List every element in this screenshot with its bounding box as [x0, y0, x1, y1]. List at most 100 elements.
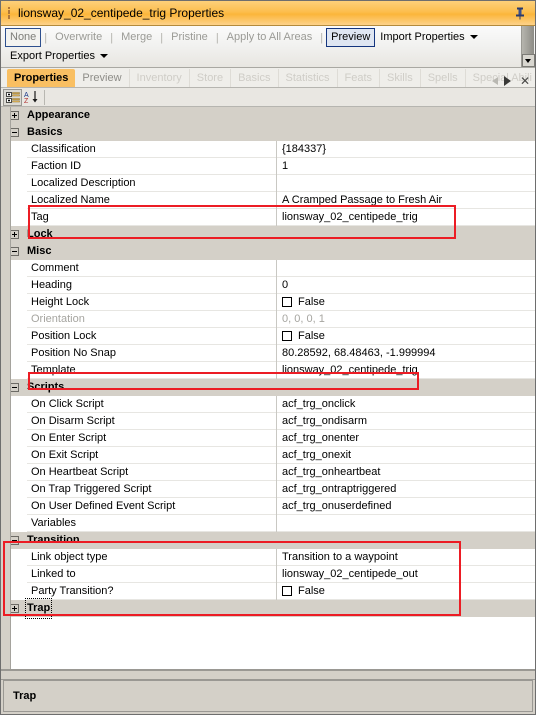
property-value[interactable]: 0, 0, 0, 1 — [277, 311, 535, 328]
grid-category-transition[interactable]: Transition — [1, 532, 535, 549]
property-value[interactable]: acf_trg_onheartbeat — [277, 464, 535, 481]
tab-properties[interactable]: Properties — [7, 69, 76, 87]
toolbar-button-apply-to-all-areas[interactable]: Apply to All Areas — [222, 28, 318, 47]
property-value[interactable]: False — [277, 328, 535, 345]
toolbar-scrollbar[interactable] — [521, 26, 535, 67]
grid-row-comment[interactable]: Comment — [27, 259, 535, 277]
grid-row-on-exit-script[interactable]: On Exit Script acf_trg_onexit — [27, 446, 535, 464]
toolbar-button-pristine[interactable]: Pristine — [166, 28, 213, 47]
collapse-icon[interactable] — [10, 383, 19, 392]
property-value[interactable]: acf_trg_ondisarm — [277, 413, 535, 430]
expand-icon[interactable] — [10, 230, 19, 239]
drag-grip-icon[interactable] — [5, 6, 14, 20]
property-value[interactable]: False — [277, 294, 535, 311]
tab-inventory[interactable]: Inventory — [130, 69, 190, 87]
grid-row-link-object-type[interactable]: Link object type Transition to a waypoint — [27, 548, 535, 566]
property-value[interactable]: acf_trg_onenter — [277, 430, 535, 447]
tab-store[interactable]: Store — [190, 69, 232, 87]
tab-skills[interactable]: Skills — [380, 69, 421, 87]
grid-row-orientation[interactable]: Orientation 0, 0, 0, 1 — [27, 310, 535, 328]
alphabetical-sort-icon[interactable]: A Z — [22, 89, 41, 106]
collapse-icon[interactable] — [10, 128, 19, 137]
property-value[interactable] — [277, 515, 535, 532]
grid-category-lock[interactable]: Lock — [1, 226, 535, 243]
grid-row-on-user-defined-event-script[interactable]: On User Defined Event Script acf_trg_onus… — [27, 497, 535, 515]
tab-preview[interactable]: Preview — [75, 69, 130, 87]
grid-row-localized-name[interactable]: Localized Name A Cramped Passage to Fresh… — [27, 191, 535, 209]
grid-row-classification[interactable]: Classification {184337} — [27, 140, 535, 158]
property-value[interactable]: acf_trg_ontraptriggered — [277, 481, 535, 498]
grid-row-on-disarm-script[interactable]: On Disarm Script acf_trg_ondisarm — [27, 412, 535, 430]
grid-category-basics[interactable]: Basics — [1, 124, 535, 141]
grid-row-template[interactable]: Template lionsway_02_centipede_trig — [27, 361, 535, 379]
grid-category-appearance[interactable]: Appearance — [1, 107, 535, 124]
chevron-down-icon[interactable] — [521, 54, 535, 67]
property-value[interactable]: 1 — [277, 158, 535, 175]
grid-row-linked-to[interactable]: Linked to lionsway_02_centipede_out — [27, 565, 535, 583]
grid-row-localized-description[interactable]: Localized Description — [27, 174, 535, 192]
window-titlebar: lionsway_02_centipede_trig Properties — [1, 1, 535, 26]
triangle-right-icon[interactable] — [503, 76, 511, 86]
property-value[interactable] — [277, 260, 535, 277]
property-value[interactable]: acf_trg_onuserdefined — [277, 498, 535, 515]
page-title: lionsway_02_centipede_trig Properties — [18, 6, 225, 20]
property-value[interactable]: acf_trg_onclick — [277, 396, 535, 413]
property-value[interactable] — [277, 175, 535, 192]
grid-category-scripts[interactable]: Scripts — [1, 379, 535, 396]
close-icon[interactable]: ✕ — [517, 75, 533, 87]
property-value[interactable]: False — [277, 583, 535, 600]
property-name: On Heartbeat Script — [27, 463, 277, 481]
grid-row-faction-id[interactable]: Faction ID 1 — [27, 157, 535, 175]
property-name: Height Lock — [27, 293, 277, 311]
property-value[interactable]: acf_trg_onexit — [277, 447, 535, 464]
expand-icon[interactable] — [10, 604, 19, 613]
grid-row-party-transition[interactable]: Party Transition? False — [27, 582, 535, 600]
grid-category-trap[interactable]: Trap — [1, 598, 535, 619]
property-name: Comment — [27, 259, 277, 277]
grid-row-position-no-snap[interactable]: Position No Snap 80.28592, 68.48463, -1.9… — [27, 344, 535, 362]
property-value[interactable]: lionsway_02_centipede_trig — [277, 209, 535, 226]
chevron-down-icon — [99, 54, 108, 59]
toolbar-button-preview[interactable]: Preview — [326, 28, 376, 47]
toolbar-separator: | — [160, 31, 164, 44]
property-grid-toolbar: A Z — [1, 88, 535, 107]
grid-row-tag[interactable]: Tag lionsway_02_centipede_trig — [27, 208, 535, 226]
categorized-view-icon[interactable] — [3, 88, 22, 106]
triangle-left-icon[interactable] — [491, 77, 498, 85]
collapse-icon[interactable] — [10, 536, 19, 545]
property-value[interactable]: {184337} — [277, 141, 535, 158]
checkbox-icon[interactable] — [282, 297, 292, 307]
property-grid[interactable]: Appearance Basics Classification {184337} Fa… — [1, 107, 535, 670]
tab-basics[interactable]: Basics — [231, 69, 279, 87]
tab-spells[interactable]: Spells — [421, 69, 466, 87]
property-value[interactable]: lionsway_02_centipede_out — [277, 566, 535, 583]
grid-row-on-heartbeat-script[interactable]: On Heartbeat Script acf_trg_onheartbeat — [27, 463, 535, 481]
grid-row-on-trap-triggered-script[interactable]: On Trap Triggered Script acf_trg_ontraptr… — [27, 480, 535, 498]
grid-category-misc[interactable]: Misc — [1, 243, 535, 260]
property-value[interactable]: 80.28592, 68.48463, -1.999994 — [277, 345, 535, 362]
export-properties-menu[interactable]: Export Properties — [5, 47, 113, 66]
panel-splitter[interactable] — [1, 670, 535, 680]
property-value[interactable]: A Cramped Passage to Fresh Air — [277, 192, 535, 209]
grid-row-heading[interactable]: Heading 0 — [27, 276, 535, 294]
toolbar-button-merge[interactable]: Merge — [116, 28, 157, 47]
grid-row-position-lock[interactable]: Position Lock False — [27, 327, 535, 345]
collapse-icon[interactable] — [10, 247, 19, 256]
property-value[interactable]: 0 — [277, 277, 535, 294]
toolbar-button-overwrite[interactable]: Overwrite — [50, 28, 107, 47]
import-properties-menu[interactable]: Import Properties — [375, 28, 482, 47]
grid-row-variables[interactable]: Variables — [27, 514, 535, 532]
property-value[interactable]: lionsway_02_centipede_trig — [277, 362, 535, 379]
grid-row-on-click-script[interactable]: On Click Script acf_trg_onclick — [27, 395, 535, 413]
toolbar-button-none[interactable]: None — [5, 28, 42, 47]
property-name: Party Transition? — [27, 582, 277, 600]
grid-row-on-enter-script[interactable]: On Enter Script acf_trg_onenter — [27, 429, 535, 447]
expand-icon[interactable] — [10, 111, 19, 120]
checkbox-icon[interactable] — [282, 331, 292, 341]
checkbox-icon[interactable] — [282, 586, 292, 596]
pushpin-icon[interactable] — [512, 5, 528, 21]
tab-feats[interactable]: Feats — [338, 69, 381, 87]
grid-row-height-lock[interactable]: Height Lock False — [27, 293, 535, 311]
tab-statistics[interactable]: Statistics — [279, 69, 338, 87]
property-value[interactable]: Transition to a waypoint — [277, 549, 535, 566]
